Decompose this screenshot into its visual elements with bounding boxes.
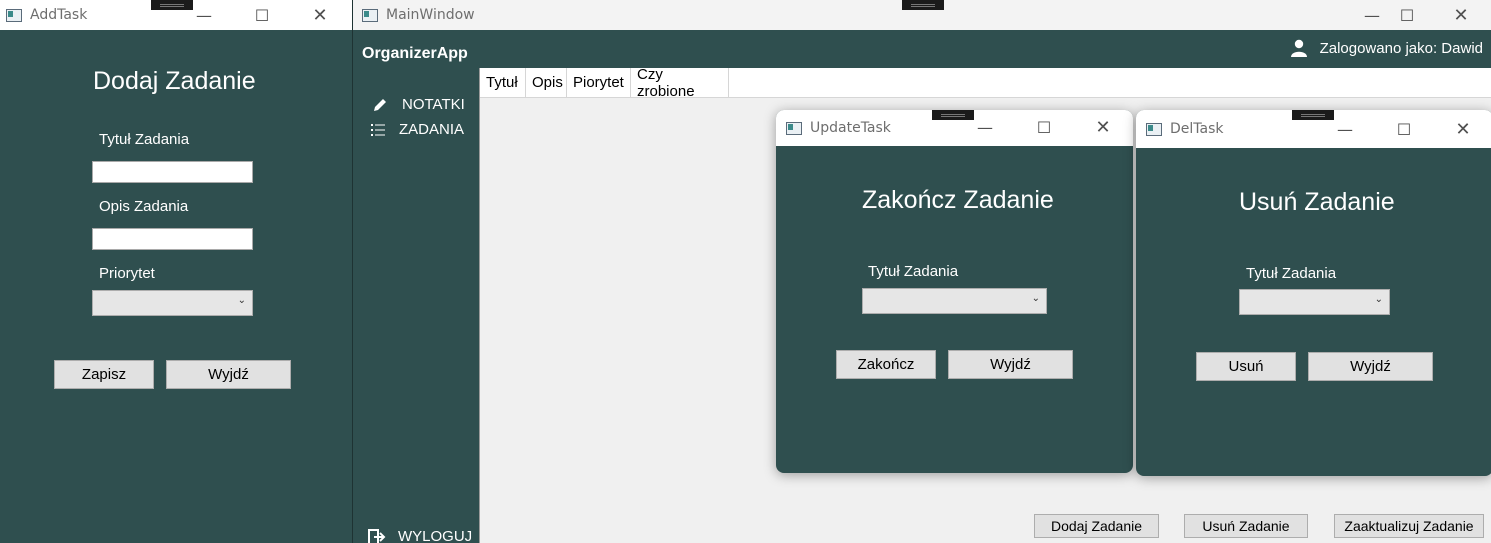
close-icon[interactable]: ✕ xyxy=(1080,112,1126,142)
update-task-titlebar[interactable]: UpdateTask — ☐ ✕ xyxy=(776,110,1133,146)
list-icon xyxy=(371,123,385,136)
page-title: Usuń Zadanie xyxy=(1239,188,1395,216)
nav-item-logout[interactable]: WYLOGUJ xyxy=(368,528,472,543)
add-task-window: AddTask — ☐ ✕ Dodaj Zadanie Tytuł Zadani… xyxy=(0,0,352,543)
add-task-button[interactable]: Dodaj Zadanie xyxy=(1034,514,1159,538)
column-header-description[interactable]: Opis xyxy=(526,68,567,97)
drag-grip-icon[interactable] xyxy=(902,0,944,10)
close-icon[interactable]: ✕ xyxy=(1440,114,1486,144)
window-title: UpdateTask xyxy=(810,120,891,136)
pencil-icon xyxy=(374,98,386,111)
description-field[interactable] xyxy=(92,228,253,250)
app-icon xyxy=(1146,122,1162,136)
exit-button[interactable]: Wyjdź xyxy=(1308,352,1433,381)
delete-task-window: DelTask — ☐ ✕ Usuń Zadanie Tytuł Zadania… xyxy=(1136,110,1491,476)
app-icon xyxy=(786,121,802,135)
title-label: Tytuł Zadania xyxy=(1246,265,1337,282)
close-icon[interactable]: ✕ xyxy=(1438,0,1484,30)
column-header-title[interactable]: Tytuł xyxy=(480,68,526,97)
main-titlebar[interactable]: MainWindow — ☐ ✕ xyxy=(353,0,1491,30)
app-name: OrganizerApp xyxy=(362,45,468,62)
grid-header: Tytuł Opis Piorytet Czy zrobione xyxy=(480,66,1491,100)
maximize-icon[interactable]: ☐ xyxy=(239,0,285,30)
app-icon xyxy=(362,8,378,22)
nav-label: NOTATKI xyxy=(402,96,465,113)
nav-item-notes[interactable]: NOTATKI xyxy=(372,96,465,113)
close-icon[interactable]: ✕ xyxy=(297,0,343,30)
update-task-window: UpdateTask — ☐ ✕ Zakończ Zadanie Tytuł Z… xyxy=(776,110,1133,473)
minimize-icon[interactable]: — xyxy=(962,112,1008,142)
update-task-button[interactable]: Zaaktualizuj Zadanie xyxy=(1334,514,1484,538)
add-task-titlebar[interactable]: AddTask — ☐ ✕ xyxy=(0,0,352,30)
delete-task-button[interactable]: Usuń Zadanie xyxy=(1184,514,1308,538)
maximize-icon[interactable]: ☐ xyxy=(1384,0,1430,30)
maximize-icon[interactable]: ☐ xyxy=(1021,112,1067,142)
maximize-icon[interactable]: ☐ xyxy=(1381,114,1427,144)
minimize-icon[interactable]: — xyxy=(181,0,227,30)
nav-item-tasks[interactable]: ZADANIA xyxy=(370,121,464,138)
app-icon xyxy=(6,8,22,22)
title-select[interactable]: ⌄ xyxy=(1239,289,1390,315)
logout-icon xyxy=(368,528,386,543)
priority-select[interactable]: ⌄ xyxy=(92,290,253,316)
user-icon xyxy=(1290,39,1307,57)
user-info: Zalogowano jako: Dawid xyxy=(1290,39,1483,57)
title-label: Tytuł Zadania xyxy=(99,131,190,148)
chevron-down-icon: ⌄ xyxy=(1374,294,1383,305)
delete-task-titlebar[interactable]: DelTask — ☐ ✕ xyxy=(1136,110,1491,148)
column-header-done[interactable]: Czy zrobione xyxy=(631,66,729,100)
nav-label: ZADANIA xyxy=(399,121,465,138)
chevron-down-icon: ⌄ xyxy=(1031,293,1040,304)
window-title: DelTask xyxy=(1170,121,1224,137)
title-field[interactable] xyxy=(92,161,253,183)
priority-label: Priorytet xyxy=(99,265,155,282)
page-title: Zakończ Zadanie xyxy=(862,186,1054,214)
minimize-icon[interactable]: — xyxy=(1322,114,1368,144)
page-title: Dodaj Zadanie xyxy=(93,67,256,95)
description-label: Opis Zadania xyxy=(99,198,189,215)
logged-in-label: Zalogowano jako: Dawid xyxy=(1319,39,1483,57)
column-header-priority[interactable]: Piorytet xyxy=(567,68,631,97)
title-select[interactable]: ⌄ xyxy=(862,288,1047,314)
exit-button[interactable]: Wyjdź xyxy=(948,350,1073,379)
window-title: MainWindow xyxy=(386,7,475,23)
save-button[interactable]: Zapisz xyxy=(54,360,154,389)
window-title: AddTask xyxy=(30,7,88,23)
delete-button[interactable]: Usuń xyxy=(1196,352,1296,381)
chevron-down-icon: ⌄ xyxy=(237,295,246,306)
nav-label: WYLOGUJ xyxy=(398,528,473,543)
title-label: Tytuł Zadania xyxy=(868,263,959,280)
finish-button[interactable]: Zakończ xyxy=(836,350,936,379)
exit-button[interactable]: Wyjdź xyxy=(166,360,291,389)
